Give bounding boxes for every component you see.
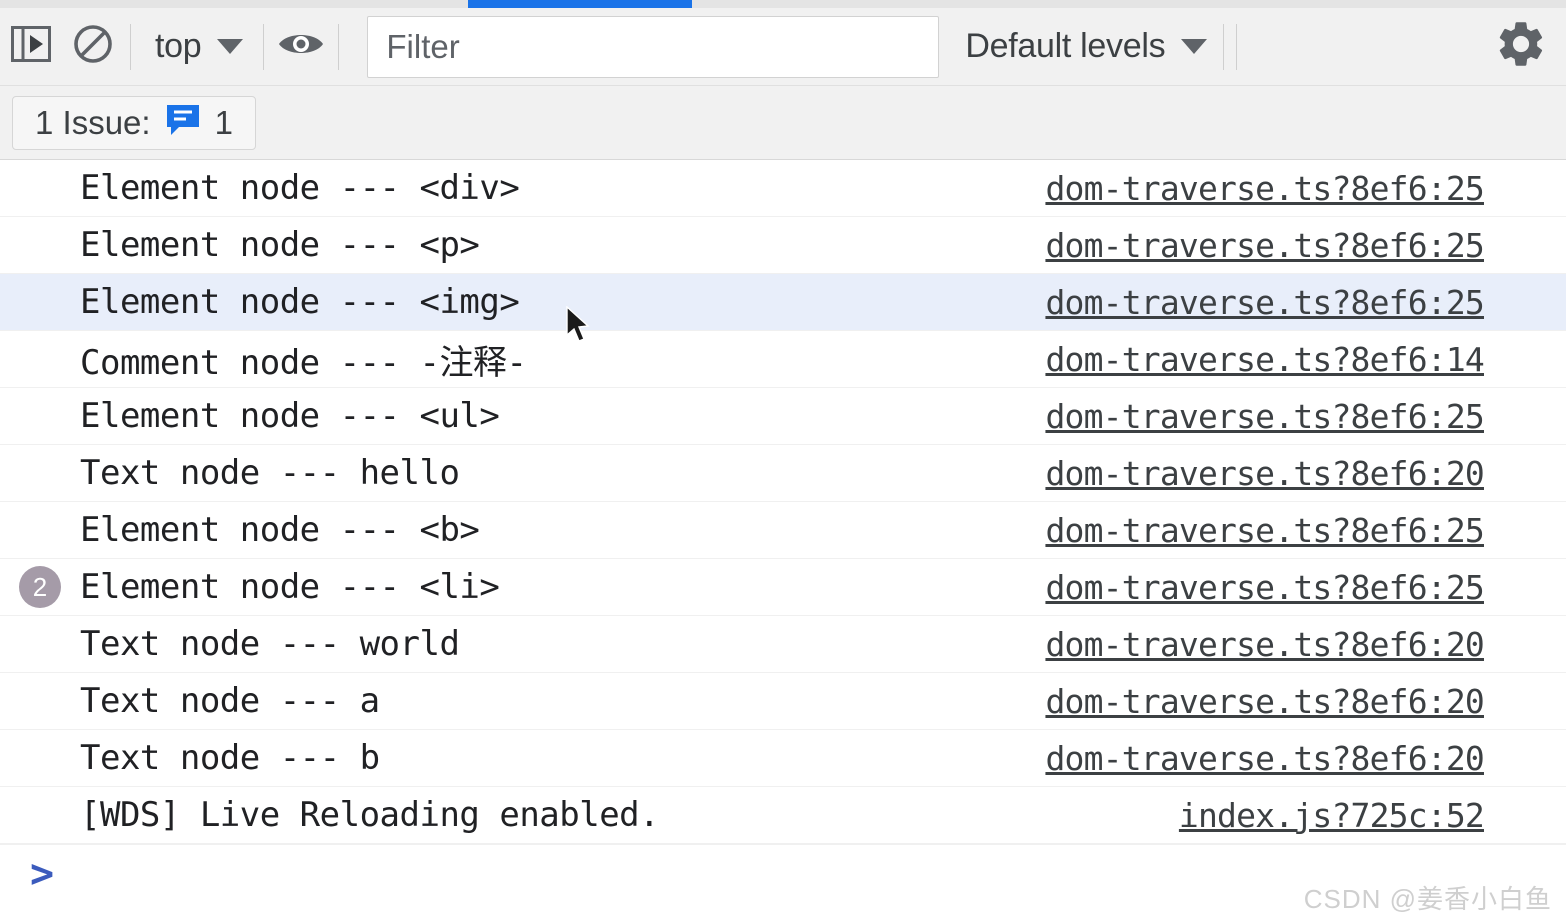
console-message-row[interactable]: Text node --- a dom-traverse.ts?8ef6:20: [0, 673, 1566, 730]
issues-bar: 1 Issue: 1: [0, 86, 1566, 160]
eye-icon: [277, 28, 325, 65]
console-message-source-link[interactable]: dom-traverse.ts?8ef6:20: [1045, 682, 1566, 721]
console-message-source-link[interactable]: dom-traverse.ts?8ef6:14: [1045, 340, 1566, 379]
chevron-down-icon: [1181, 39, 1208, 54]
toolbar-divider-3: [338, 23, 340, 70]
console-sidebar-toggle-button[interactable]: [0, 16, 62, 78]
console-message-row[interactable]: Text node --- hello dom-traverse.ts?8ef6:…: [0, 445, 1566, 502]
chevron-down-icon: [217, 39, 244, 54]
issues-chip-button[interactable]: 1 Issue: 1: [12, 95, 256, 150]
console-message-row[interactable]: Element node --- <ul> dom-traverse.ts?8ef…: [0, 388, 1566, 445]
console-message-row[interactable]: Text node --- world dom-traverse.ts?8ef6:…: [0, 616, 1566, 673]
active-tab-indicator: [468, 0, 692, 8]
log-level-selector[interactable]: Default levels: [939, 16, 1217, 78]
console-sidebar-icon: [11, 26, 51, 67]
console-message-source-link[interactable]: index.js?725c:52: [1179, 796, 1566, 835]
toolbar-divider-4: [1223, 23, 1225, 70]
issues-label: 1 Issue:: [35, 103, 151, 141]
console-message-text: Element node --- <div>: [80, 168, 520, 208]
watermark: CSDN @姜香小白鱼: [1303, 884, 1552, 914]
console-message-list: Element node --- <div> dom-traverse.ts?8e…: [0, 160, 1566, 844]
console-message-source-link[interactable]: dom-traverse.ts?8ef6:20: [1045, 739, 1566, 778]
console-message-text: Element node --- <b>: [80, 510, 480, 550]
execution-context-label: top: [155, 27, 202, 65]
filter-field-wrapper: [367, 15, 940, 78]
console-message-source-link[interactable]: dom-traverse.ts?8ef6:25: [1045, 511, 1566, 550]
console-message-row[interactable]: 2 Element node --- <li> dom-traverse.ts?8e…: [0, 559, 1566, 616]
repeat-badge-slot: 2: [0, 566, 80, 608]
tab-strip: [0, 0, 1566, 8]
console-message-text: Element node --- <li>: [80, 567, 500, 607]
console-message-text: Comment node --- -注释-: [80, 342, 527, 383]
console-message-source-link[interactable]: dom-traverse.ts?8ef6:25: [1045, 397, 1566, 436]
issue-message-icon: [165, 103, 201, 142]
console-message-text: Element node --- <p>: [80, 225, 480, 265]
console-message-text: Element node --- <img>: [80, 282, 520, 322]
settings-button[interactable]: [1486, 12, 1556, 82]
live-expression-button[interactable]: [270, 16, 332, 78]
toolbar-divider-5: [1236, 23, 1238, 70]
console-message-source-link[interactable]: dom-traverse.ts?8ef6:25: [1045, 568, 1566, 607]
toolbar-divider-1: [130, 23, 131, 70]
console-message-text: Element node --- <ul>: [80, 396, 500, 436]
gear-icon: [1494, 17, 1548, 76]
console-message-source-link[interactable]: dom-traverse.ts?8ef6:20: [1045, 454, 1566, 493]
devtools-console-window: top Default levels: [0, 0, 1566, 924]
console-message-text: [WDS] Live Reloading enabled.: [80, 795, 660, 835]
console-message-row[interactable]: [WDS] Live Reloading enabled. index.js?72…: [0, 787, 1566, 844]
console-message-text: Text node --- hello: [80, 453, 460, 493]
console-message-row[interactable]: Element node --- <b> dom-traverse.ts?8ef6…: [0, 502, 1566, 559]
console-message-source-link[interactable]: dom-traverse.ts?8ef6:25: [1045, 226, 1566, 265]
filter-input[interactable]: [367, 15, 940, 78]
console-message-text: Text node --- b: [80, 738, 380, 778]
log-level-label: Default levels: [965, 27, 1166, 65]
clear-console-icon: [72, 23, 114, 70]
prompt-chevron-icon: >: [30, 850, 55, 897]
repeat-count-badge: 2: [19, 566, 61, 608]
console-toolbar: top Default levels: [0, 8, 1566, 86]
console-message-row[interactable]: Element node --- <div> dom-traverse.ts?8e…: [0, 160, 1566, 217]
console-message-row[interactable]: Element node --- <img> dom-traverse.ts?8e…: [0, 274, 1566, 331]
console-message-source-link[interactable]: dom-traverse.ts?8ef6:25: [1045, 169, 1566, 208]
console-message-row[interactable]: Element node --- <p> dom-traverse.ts?8ef6…: [0, 217, 1566, 274]
console-message-source-link[interactable]: dom-traverse.ts?8ef6:25: [1045, 283, 1566, 322]
console-message-text: Text node --- world: [80, 624, 460, 664]
issues-count: 1: [214, 103, 233, 141]
toolbar-divider-2: [263, 23, 265, 70]
console-message-row[interactable]: Comment node --- -注释-dom-traverse.ts?8ef…: [0, 331, 1566, 388]
console-message-row[interactable]: Text node --- b dom-traverse.ts?8ef6:20: [0, 730, 1566, 787]
clear-console-button[interactable]: [62, 16, 124, 78]
console-message-source-link[interactable]: dom-traverse.ts?8ef6:20: [1045, 625, 1566, 664]
console-message-text: Text node --- a: [80, 681, 380, 721]
execution-context-selector[interactable]: top: [137, 16, 257, 78]
